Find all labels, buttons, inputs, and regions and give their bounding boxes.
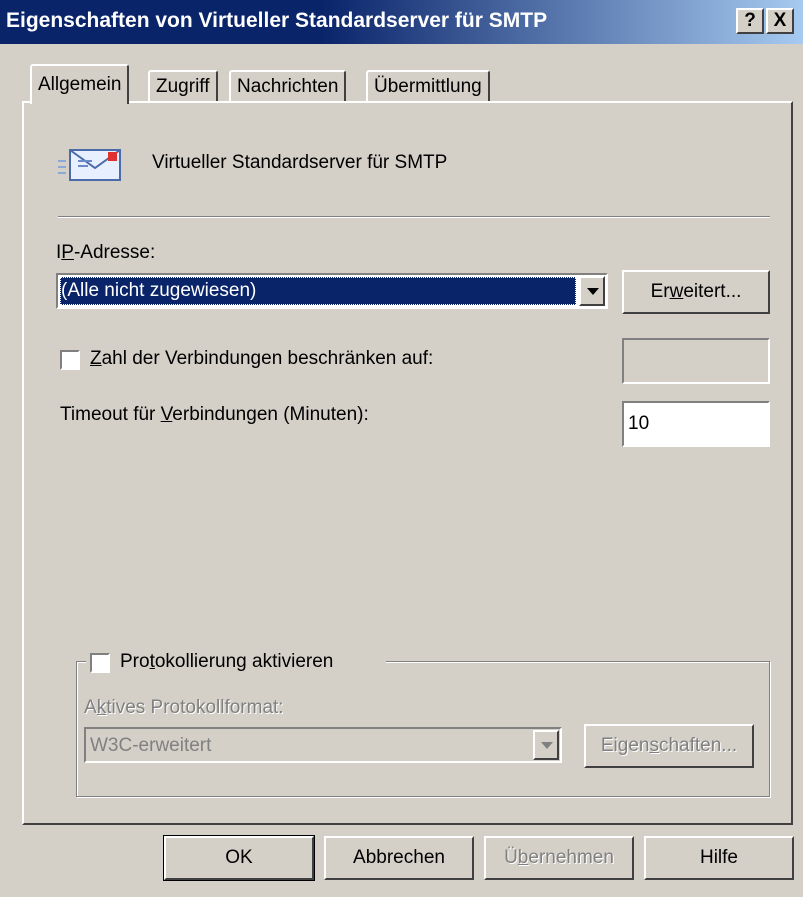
- ip-address-label: IP-Adresse:: [56, 242, 156, 263]
- mail-envelope-icon: [58, 149, 121, 181]
- close-button[interactable]: X: [766, 8, 794, 34]
- tab-label: Übermittlung: [374, 76, 482, 97]
- tab-allgemein[interactable]: Allgemein: [30, 64, 130, 104]
- tab-uebermittlung[interactable]: Übermittlung: [366, 70, 490, 102]
- help-button[interactable]: ?: [736, 8, 764, 34]
- apply-button[interactable]: Übernehmen: [484, 836, 634, 880]
- ip-address-dropdown[interactable]: (Alle nicht zugewiesen): [56, 273, 608, 309]
- tab-zugriff[interactable]: Zugriff: [148, 70, 218, 102]
- help-dialog-button[interactable]: Hilfe: [644, 836, 794, 880]
- enable-logging-label: Protokollierung aktivieren: [120, 651, 334, 672]
- window-title: Eigenschaften von Virtueller Standardser…: [6, 9, 548, 32]
- log-format-value: W3C-erweitert: [90, 735, 212, 756]
- tab-label: Nachrichten: [237, 76, 339, 97]
- limit-connections-field[interactable]: [622, 338, 770, 384]
- timeout-field[interactable]: 10: [622, 401, 770, 447]
- limit-connections-checkbox[interactable]: [60, 350, 80, 370]
- log-format-dropdown[interactable]: W3C-erweitert: [84, 727, 562, 763]
- log-format-label: Aktives Protokollformat:: [84, 697, 284, 718]
- ip-address-value: (Alle nicht zugewiesen): [60, 277, 576, 305]
- timeout-label: Timeout für Verbindungen (Minuten):: [60, 404, 369, 425]
- title-bar[interactable]: Eigenschaften von Virtueller Standardser…: [0, 0, 803, 44]
- chevron-down-icon[interactable]: [533, 730, 559, 760]
- server-name: Virtueller Standardserver für SMTP: [152, 152, 448, 173]
- tab-label: Allgemein: [38, 74, 122, 95]
- log-properties-button[interactable]: Eigenschaften...: [584, 724, 754, 768]
- chevron-down-icon[interactable]: [579, 276, 605, 306]
- logging-header: Protokollierung aktivieren: [86, 650, 386, 676]
- cancel-button[interactable]: Abbrechen: [324, 836, 474, 880]
- tab-label: Zugriff: [156, 76, 210, 97]
- ok-button[interactable]: OK: [163, 835, 315, 881]
- tab-nachrichten[interactable]: Nachrichten: [229, 70, 347, 102]
- separator: [58, 216, 770, 218]
- advanced-button[interactable]: Erweitert...: [622, 270, 770, 314]
- limit-connections-label: Zahl der Verbindungen beschränken auf:: [90, 348, 434, 369]
- enable-logging-checkbox[interactable]: [90, 653, 110, 673]
